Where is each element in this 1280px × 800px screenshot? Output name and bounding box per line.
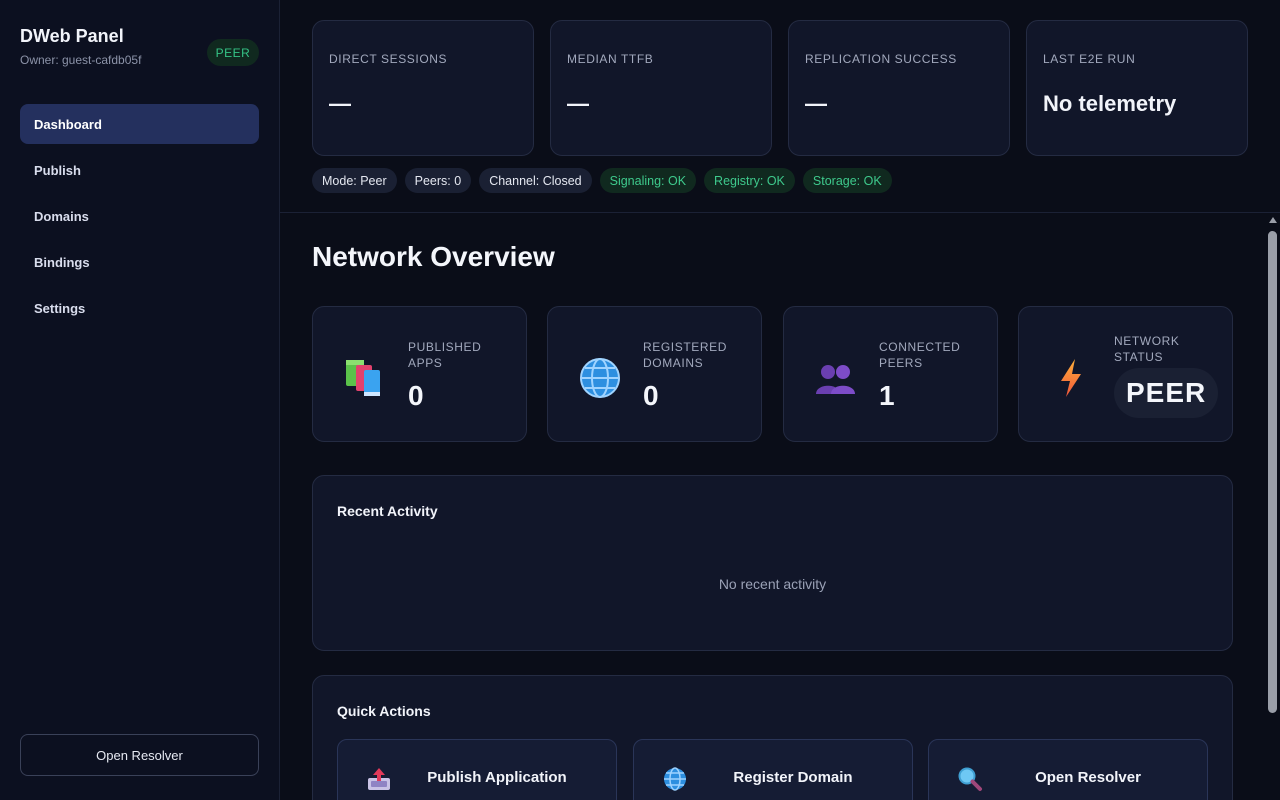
sidebar: DWeb Panel Owner: guest-cafdb05f PEER Da… <box>0 0 280 800</box>
status-pill-channel: Channel: Closed <box>479 168 592 193</box>
sidebar-nav: Dashboard Publish Domains Bindings Setti… <box>20 104 259 334</box>
sidebar-item-domains[interactable]: Domains <box>20 196 259 236</box>
open-resolver-quick-button[interactable]: Open Resolver <box>928 739 1208 800</box>
stat-card-registered-domains: REGISTERED DOMAINS 0 <box>547 306 762 442</box>
status-pill-peers: Peers: 0 <box>404 168 472 193</box>
main-content: Network Overview PUBLISHED APPS 0 REGIST… <box>280 213 1266 800</box>
status-pill-signaling: Signaling: OK <box>599 168 697 193</box>
scroll-up-arrow-icon[interactable] <box>1269 217 1277 223</box>
page-title: Network Overview <box>312 241 555 272</box>
metric-label: LAST E2E RUN <box>1043 52 1136 66</box>
app-title: DWeb Panel <box>20 26 124 46</box>
network-status-badge: PEER <box>1114 368 1219 418</box>
owner-label: Owner: guest-cafdb05f <box>20 53 142 67</box>
outbox-tray-icon <box>368 768 390 790</box>
metric-value: No telemetry <box>1043 91 1177 116</box>
recent-activity-empty: No recent activity <box>718 576 827 592</box>
status-pills: Mode: Peer Peers: 0 Channel: Closed Sign… <box>312 168 892 193</box>
register-domain-button[interactable]: Register Domain <box>633 739 913 800</box>
open-resolver-label: Open Resolver <box>1035 769 1141 786</box>
stat-card-published-apps: PUBLISHED APPS 0 <box>312 306 527 442</box>
recent-activity-title: Recent Activity <box>337 503 438 519</box>
telemetry-header: DIRECT SESSIONS — MEDIAN TTFB — REPLICAT… <box>280 0 1280 213</box>
status-pill-storage: Storage: OK <box>802 168 892 193</box>
publish-application-label: Publish Application <box>427 769 567 786</box>
stat-value: 0 <box>408 380 424 411</box>
sidebar-item-settings[interactable]: Settings <box>20 288 259 328</box>
quick-actions-panel: Quick Actions Publish Application Regist… <box>312 675 1233 800</box>
main-scrollbar[interactable] <box>1266 213 1280 800</box>
stat-card-connected-peers: CONNECTED PEERS 1 <box>783 306 998 442</box>
stat-label: REGISTERED DOMAINS <box>643 340 728 370</box>
people-icon <box>816 365 855 394</box>
quick-actions-title: Quick Actions <box>337 703 431 719</box>
status-pill-mode: Mode: Peer <box>312 168 397 193</box>
stat-value: 0 <box>643 380 659 411</box>
recent-activity-panel: Recent Activity No recent activity <box>312 475 1233 651</box>
books-icon <box>346 360 380 396</box>
metric-value: — <box>805 91 827 116</box>
stat-card-network-status: NETWORK STATUS PEER <box>1018 306 1233 442</box>
stat-label: NETWORK STATUS <box>1114 334 1180 364</box>
metric-replication-success: REPLICATION SUCCESS — <box>788 20 1010 156</box>
lightning-icon <box>1061 359 1081 397</box>
sidebar-item-publish[interactable]: Publish <box>20 150 259 190</box>
stat-label: PUBLISHED APPS <box>408 340 482 370</box>
scroll-thumb[interactable] <box>1268 231 1277 713</box>
role-badge: PEER <box>207 39 259 66</box>
globe-icon <box>664 767 686 791</box>
metric-value: — <box>567 91 589 116</box>
stat-value: 1 <box>879 380 895 411</box>
sidebar-item-bindings[interactable]: Bindings <box>20 242 259 282</box>
metric-label: MEDIAN TTFB <box>567 52 654 66</box>
magnifier-icon <box>958 767 982 791</box>
sidebar-item-dashboard[interactable]: Dashboard <box>20 104 259 144</box>
publish-application-button[interactable]: Publish Application <box>337 739 617 800</box>
metric-label: DIRECT SESSIONS <box>329 52 448 66</box>
metric-value: — <box>329 91 351 116</box>
brand: DWeb Panel Owner: guest-cafdb05f <box>20 26 141 67</box>
status-pill-registry: Registry: OK <box>704 168 795 193</box>
globe-icon <box>580 358 620 398</box>
metric-last-e2e-run: LAST E2E RUN No telemetry <box>1026 20 1248 156</box>
stat-label: CONNECTED PEERS <box>879 340 961 370</box>
metric-label: REPLICATION SUCCESS <box>805 52 957 66</box>
open-resolver-button[interactable]: Open Resolver <box>20 734 259 776</box>
register-domain-label: Register Domain <box>733 769 853 786</box>
metric-direct-sessions: DIRECT SESSIONS — <box>312 20 534 156</box>
metric-median-ttfb: MEDIAN TTFB — <box>550 20 772 156</box>
